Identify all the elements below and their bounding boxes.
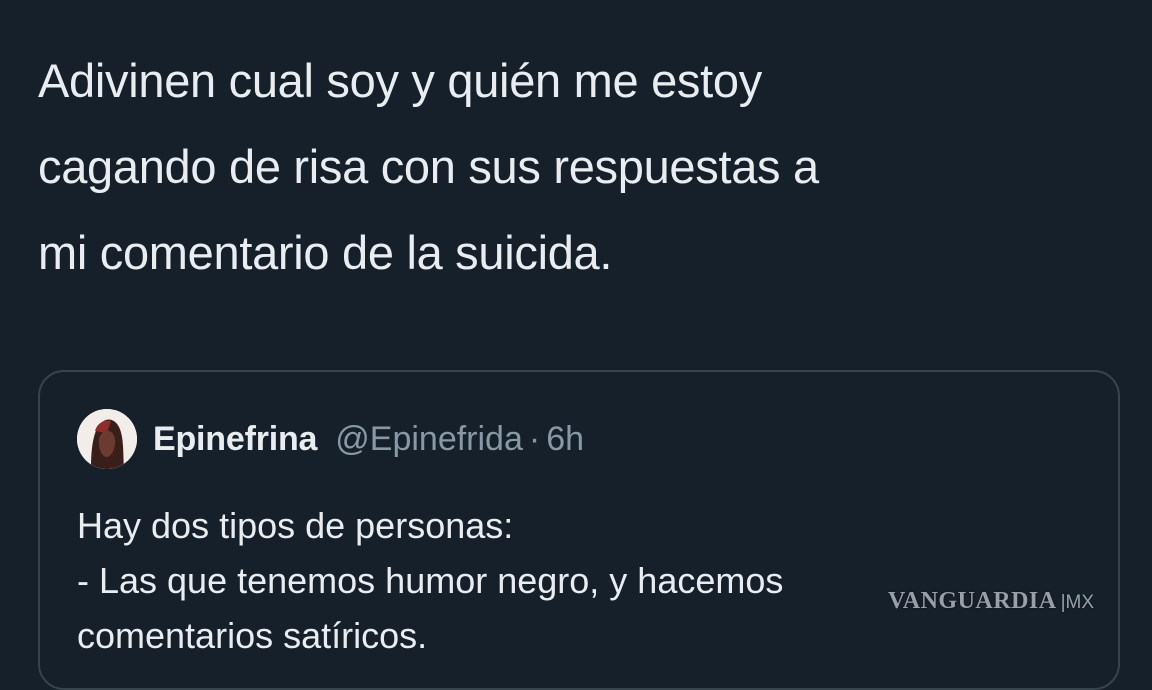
vanguardia-watermark: VANGUARDIA |MX [888, 588, 1094, 615]
watermark-suffix: |MX [1060, 592, 1095, 613]
avatar[interactable] [77, 409, 137, 469]
author-handle[interactable]: @Epinefrida [335, 420, 523, 459]
tweet-text: Adivinen cual soy y quién me estoy cagan… [38, 38, 1118, 296]
quoted-tweet-header: Epinefrina @Epinefrida · 6h [77, 409, 584, 469]
quoted-tweet-text: Hay dos tipos de personas: - Las que ten… [77, 498, 1077, 663]
quoted-tweet-text-line: comentarios satíricos. [77, 615, 428, 656]
timestamp[interactable]: 6h [546, 420, 584, 459]
tweet-text-line: mi comentario de la suicida. [38, 226, 613, 279]
tweet-text-line: Adivinen cual soy y quién me estoy [38, 54, 762, 107]
profile-avatar-icon [77, 409, 137, 469]
quoted-tweet-text-line: Hay dos tipos de personas: [77, 505, 514, 546]
author-name[interactable]: Epinefrina [153, 420, 317, 459]
watermark-brand: VANGUARDIA [888, 588, 1057, 614]
quoted-tweet-card[interactable]: Epinefrina @Epinefrida · 6h Hay dos tipo… [38, 370, 1120, 690]
separator-dot: · [528, 419, 541, 458]
tweet-text-line: cagando de risa con sus respuestas a [38, 140, 819, 193]
